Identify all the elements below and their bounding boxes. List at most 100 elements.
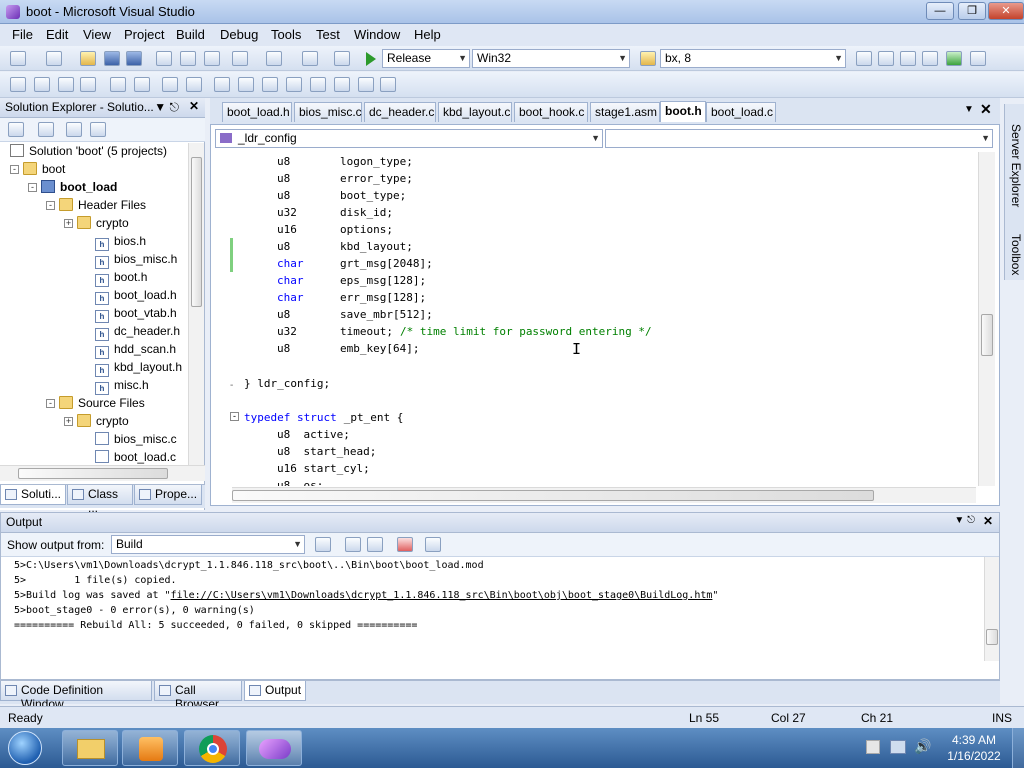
toggle-bookmark-icon[interactable] [214,77,230,92]
output-vertical-scrollbar[interactable] [984,557,999,661]
pin-icon[interactable]: ▼ ⎋ [954,515,975,526]
taskbar-chrome-button[interactable] [184,730,240,766]
menu-project[interactable]: Project [124,27,164,42]
menu-edit[interactable]: Edit [46,27,68,42]
refresh-icon[interactable] [66,122,82,137]
show-all-files-icon[interactable] [38,122,54,137]
increase-indent-icon[interactable] [134,77,150,92]
menu-help[interactable]: Help [414,27,441,42]
tab-properties[interactable]: Prope... [134,485,202,505]
start-debugging-icon[interactable] [366,52,376,66]
member-dropdown[interactable]: ▼ [605,129,993,148]
clock-date[interactable]: 1/16/2022 [944,749,1004,763]
editor-horizontal-scrollbar[interactable] [232,487,976,503]
tab-boot-load-c[interactable]: boot_load.c [706,102,776,122]
save-icon[interactable] [104,51,120,66]
close-button[interactable]: ✕ [988,2,1024,20]
redo-icon[interactable] [266,51,282,66]
network-icon[interactable] [890,740,906,754]
pin-icon[interactable]: ▼ ⎋ [154,100,179,115]
close-pane-icon[interactable]: ✕ [983,514,993,528]
tab-dc-header-c[interactable]: dc_header.c [364,102,436,122]
save-all-icon[interactable] [126,51,142,66]
toolbox-icon[interactable] [922,51,938,66]
scroll-thumb[interactable] [232,490,874,501]
menu-test[interactable]: Test [316,27,340,42]
minimize-button[interactable]: — [926,2,954,20]
scroll-thumb[interactable] [981,314,993,356]
clear-bookmarks-icon[interactable] [380,77,396,92]
start-button[interactable] [8,731,42,765]
next-bookmark-icon[interactable] [262,77,278,92]
menu-tools[interactable]: Tools [271,27,301,42]
tab-stage1-asm[interactable]: stage1.asm [590,102,660,122]
class-diagram-icon[interactable] [90,122,106,137]
solution-configuration-combo[interactable]: Release ▼ [382,49,470,68]
find-combo[interactable]: bx, 8 ▼ [660,49,846,68]
show-desktop-button[interactable] [1012,728,1024,768]
tab-boot-h[interactable]: boot.h [660,101,706,122]
taskbar-media-player-button[interactable] [122,730,178,766]
tab-code-definition-window[interactable]: Code Definition Window [0,681,152,711]
build-log-link[interactable]: file://C:\Users\vm1\Downloads\dcrypt_1.1… [171,590,713,601]
tab-kbd-layout-c[interactable]: kbd_layout.c [438,102,512,122]
tab-server-explorer[interactable]: Server Explorer [1007,106,1023,210]
active-files-dropdown-icon[interactable]: ▼ [964,104,974,115]
solution-platform-combo[interactable]: Win32 ▼ [472,49,630,68]
properties-icon[interactable] [878,51,894,66]
next-bookmark-folder-icon[interactable] [310,77,326,92]
clear-all-icon[interactable] [397,537,413,552]
output-source-combo[interactable]: Build ▼ [111,535,305,554]
prev-bookmark-folder-icon[interactable] [286,77,302,92]
find-in-files-icon[interactable] [640,51,656,66]
complete-word-icon[interactable] [80,77,96,92]
quick-info-icon[interactable] [58,77,74,92]
paste-icon[interactable] [204,51,220,66]
action-center-icon[interactable] [866,740,880,754]
tab-toolbox[interactable]: Toolbox [1007,214,1023,280]
previous-bookmark-icon[interactable] [238,77,254,92]
copy-icon[interactable] [180,51,196,66]
navigate-backward-icon[interactable] [302,51,318,66]
tab-solution-explorer[interactable]: Soluti... [0,485,66,505]
tab-output[interactable]: Output [244,681,306,701]
go-to-next-message-icon[interactable] [367,537,383,552]
next-bookmark-doc-icon[interactable] [358,77,374,92]
find-message-in-code-icon[interactable] [315,537,331,552]
menu-build[interactable]: Build [176,27,205,42]
uncomment-icon[interactable] [186,77,202,92]
volume-icon[interactable]: 🔊 [914,738,931,755]
menu-debug[interactable]: Debug [220,27,258,42]
tab-class-view[interactable]: Class ... [67,485,133,515]
tab-boot-load-h[interactable]: boot_load.h [222,102,292,122]
tab-bios-misc-c[interactable]: bios_misc.c [294,102,362,122]
go-to-previous-message-icon[interactable] [345,537,361,552]
parameter-info-icon[interactable] [34,77,50,92]
maximize-button[interactable]: ❐ [958,2,986,20]
menu-file[interactable]: File [12,27,33,42]
navigate-forward-icon[interactable] [334,51,350,66]
taskbar-visual-studio-button[interactable] [246,730,302,766]
close-document-icon[interactable]: ✕ [980,101,992,118]
prev-bookmark-doc-icon[interactable] [334,77,350,92]
properties-icon[interactable] [8,122,24,137]
add-item-icon[interactable] [46,51,62,66]
open-folder-icon[interactable] [80,51,96,66]
decrease-indent-icon[interactable] [110,77,126,92]
taskbar-explorer-button[interactable] [62,730,118,766]
menu-view[interactable]: View [83,27,111,42]
new-project-icon[interactable] [10,51,26,66]
object-browser-icon[interactable] [900,51,916,66]
toggle-word-wrap-icon[interactable] [425,537,441,552]
command-window-icon[interactable] [970,51,986,66]
undo-icon[interactable] [232,51,248,66]
solution-explorer-icon[interactable] [856,51,872,66]
scope-dropdown[interactable]: _ldr_config ▼ [215,129,603,148]
editor-vertical-scrollbar[interactable] [978,152,995,486]
comment-out-icon[interactable] [162,77,178,92]
start-page-icon[interactable] [946,51,962,66]
tab-boot-hook-c[interactable]: boot_hook.c [514,102,588,122]
display-object-member-list-icon[interactable] [10,77,26,92]
code-text-area[interactable]: u8 logon_type; u8 error_type; u8 boot_type; u3… [0,152,975,486]
tab-call-browser[interactable]: Call Browser [154,681,242,711]
